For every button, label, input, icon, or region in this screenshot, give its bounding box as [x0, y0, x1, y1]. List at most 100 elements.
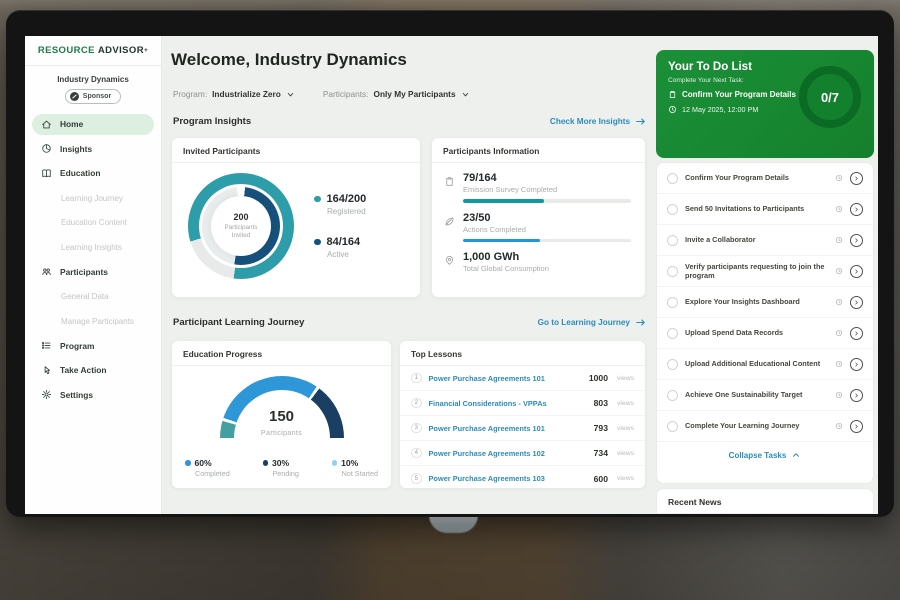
sidebar-item-participants[interactable]: Participants [25, 260, 161, 285]
checkbox[interactable] [667, 359, 678, 370]
legend-value: 60% [195, 458, 212, 468]
clock-icon [835, 298, 843, 306]
sidebar-item-education[interactable]: Education [25, 161, 161, 186]
pie-chart-icon [41, 143, 52, 154]
navy-dot-icon [314, 239, 321, 246]
next-task: Confirm Your Program Details [668, 90, 799, 99]
checkbox[interactable] [667, 173, 678, 184]
clock-icon [835, 391, 843, 399]
program-label: Program: [173, 89, 207, 99]
legend-value: 10% [341, 458, 358, 468]
clock-icon [835, 360, 843, 368]
todo-item[interactable]: Explore Your Insights Dashboard [657, 287, 873, 318]
checkbox[interactable] [667, 235, 678, 246]
sidebar-item-take-action[interactable]: Take Action [25, 358, 161, 383]
participants-dropdown[interactable]: Participants: Only My Participants [323, 89, 470, 99]
clipboard-icon [444, 176, 455, 187]
lesson-link[interactable]: Power Purchase Agreements 101 [429, 374, 582, 383]
views-count: 793 [594, 423, 608, 433]
clock-icon [835, 236, 843, 244]
todo-item[interactable]: Confirm Your Program Details [657, 163, 873, 194]
checkbox[interactable] [667, 328, 678, 339]
lesson-row: 4 Power Purchase Agreements 102 734 view… [400, 441, 645, 466]
stat-label: Total Global Consumption [463, 264, 631, 273]
todo-list-card: Confirm Your Program Details Send 50 Inv… [656, 162, 874, 484]
todo-item[interactable]: Upload Additional Educational Content [657, 349, 873, 380]
arrow-right-icon [635, 317, 646, 328]
todo-item[interactable]: Invite a Collaborator [657, 225, 873, 256]
sidebar-item-insights[interactable]: Insights [25, 137, 161, 162]
sidebar-item-label: Education [60, 168, 100, 178]
lesson-link[interactable]: Power Purchase Agreements 102 [429, 449, 587, 458]
todo-item[interactable]: Verify participants requesting to join t… [657, 256, 873, 287]
checkbox[interactable] [667, 297, 678, 308]
app-logo: RESOURCE ADVISOR + [25, 36, 161, 66]
leaf-icon [444, 216, 455, 227]
views-word: views [617, 475, 634, 482]
recent-news-title: Recent News [657, 489, 873, 514]
open-task-button[interactable] [850, 358, 863, 371]
stat-global-consumption: 1,000 GWh Total Global Consumption [444, 251, 631, 273]
todo-subtitle: Complete Your Next Task: [668, 77, 799, 84]
open-task-button[interactable] [850, 296, 863, 309]
sidebar-item-learning-insights[interactable]: Learning Insights [25, 235, 161, 260]
sidebar-item-general-data[interactable]: General Data [25, 284, 161, 309]
legend-label: Not Started [342, 469, 378, 478]
action-icon [41, 365, 52, 376]
go-to-learning-journey-link[interactable]: Go to Learning Journey [538, 317, 646, 328]
invited-participants-body: 200 Participants Invited 164/200 Registe… [172, 163, 420, 279]
open-task-button[interactable] [850, 389, 863, 402]
lesson-link[interactable]: Power Purchase Agreements 103 [429, 474, 587, 483]
program-dropdown[interactable]: Program: Industrialize Zero [173, 89, 295, 99]
education-progress-card: Education Progress 150 Participants 60% … [171, 340, 392, 489]
participants-information-body: 79/164 Emission Survey Completed 23/50 A… [432, 163, 645, 273]
todo-item[interactable]: Achieve One Sustainability Target [657, 380, 873, 411]
checkbox[interactable] [667, 204, 678, 215]
check-more-insights-link[interactable]: Check More Insights [550, 116, 646, 127]
sidebar-item-program[interactable]: Program [25, 333, 161, 358]
stat-value: 1,000 GWh [463, 251, 631, 263]
chevron-right-icon [853, 206, 860, 213]
rank-badge: 2 [411, 398, 422, 409]
collapse-label: Collapse Tasks [729, 451, 787, 460]
lesson-row: 1 Power Purchase Agreements 101 1000 vie… [400, 366, 645, 391]
open-task-button[interactable] [850, 420, 863, 433]
sponsor-label: Sponsor [83, 93, 111, 100]
lesson-link[interactable]: Financial Considerations - VPPAs [429, 399, 587, 408]
sidebar-item-label: Insights [60, 144, 92, 154]
lesson-link[interactable]: Power Purchase Agreements 101 [429, 424, 587, 433]
sidebar-item-settings[interactable]: Settings [25, 383, 161, 408]
sidebar-item-home[interactable]: Home [32, 114, 154, 135]
lesson-row: 3 Power Purchase Agreements 101 793 view… [400, 416, 645, 441]
stat-value: 79/164 [463, 172, 631, 184]
todo-item[interactable]: Send 50 Invitations to Participants [657, 194, 873, 225]
sidebar-item-label: Manage Participants [61, 317, 134, 326]
checkbox[interactable] [667, 421, 678, 432]
sidebar-item-label: Take Action [60, 365, 107, 375]
open-task-button[interactable] [850, 172, 863, 185]
open-task-button[interactable] [850, 327, 863, 340]
gauge-center-label: Participants [172, 428, 391, 437]
open-task-button[interactable] [850, 265, 863, 278]
lesson-row: 5 Power Purchase Agreements 103 600 view… [400, 466, 645, 491]
todo-summary-card: Your To Do List Complete Your Next Task:… [656, 50, 874, 158]
clock-icon [835, 205, 843, 213]
legend-label: Pending [273, 469, 299, 478]
legend-label: Completed [195, 469, 230, 478]
checkbox[interactable] [667, 266, 678, 277]
todo-item[interactable]: Complete Your Learning Journey [657, 411, 873, 442]
open-task-button[interactable] [850, 234, 863, 247]
gauge-legend: 60% Completed 30% Pending 10% Not Starte… [172, 454, 391, 478]
sidebar-item-education-content[interactable]: Education Content [25, 210, 161, 235]
sidebar-item-learning-journey[interactable]: Learning Journey [25, 186, 161, 211]
todo-item[interactable]: Upload Spend Data Records [657, 318, 873, 349]
sidebar-item-label: Participants [60, 267, 108, 277]
views-word: views [617, 425, 634, 432]
checkbox[interactable] [667, 390, 678, 401]
sidebar-item-label: Education Content [61, 218, 127, 227]
sidebar-item-manage-participants[interactable]: Manage Participants [25, 309, 161, 334]
card-title: Participants Information [432, 138, 645, 163]
open-task-button[interactable] [850, 203, 863, 216]
todo-item-label: Upload Spend Data Records [685, 328, 828, 337]
collapse-tasks-link[interactable]: Collapse Tasks [657, 442, 873, 468]
